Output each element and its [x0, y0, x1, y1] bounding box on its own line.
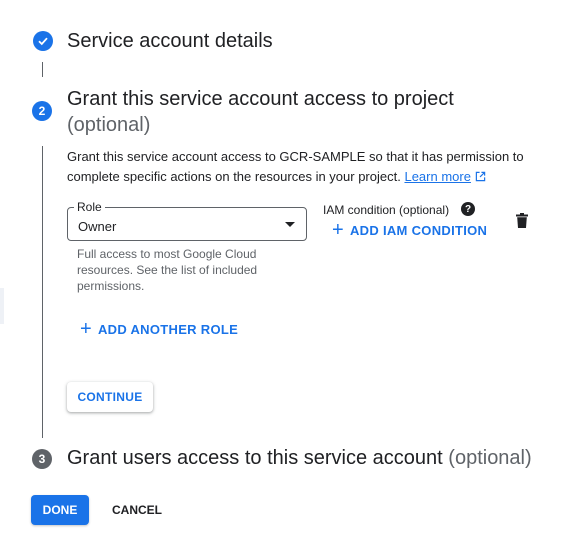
plus-icon: + — [80, 318, 92, 340]
step-1-check-icon — [33, 31, 53, 51]
role-value: Owner — [78, 219, 117, 234]
caret-down-icon — [285, 222, 295, 227]
add-another-role-label: ADD ANOTHER ROLE — [97, 322, 239, 337]
add-iam-condition-label: ADD IAM CONDITION — [349, 223, 488, 238]
done-button[interactable]: DONE — [31, 495, 89, 525]
learn-more-link[interactable]: Learn more — [404, 169, 470, 184]
trash-icon[interactable] — [516, 213, 528, 228]
cancel-button[interactable]: CANCEL — [104, 495, 170, 525]
help-icon[interactable]: ? — [461, 202, 475, 216]
step-3-optional: (optional) — [448, 447, 532, 469]
step-3-title[interactable]: Grant users access to this service accou… — [67, 447, 532, 470]
step-3-badge: 3 — [32, 449, 52, 469]
role-helper-text: Full access to most Google Cloud resourc… — [77, 247, 258, 293]
continue-button[interactable]: CONTINUE — [67, 382, 153, 412]
add-iam-condition-button[interactable]: + ADD IAM CONDITION — [332, 219, 488, 241]
role-label: Role — [74, 200, 105, 214]
step-1-title[interactable]: Service account details — [67, 30, 273, 53]
step-connector-1 — [42, 62, 43, 77]
step-3-title-text: Grant users access to this service accou… — [67, 447, 443, 469]
side-panel-edge — [0, 288, 4, 324]
iam-condition-label: IAM condition (optional) — [323, 203, 450, 217]
step-2-badge: 2 — [32, 101, 52, 121]
step-2-title: Grant this service account access to pro… — [67, 86, 454, 138]
open-in-new-icon — [475, 171, 485, 182]
step-2-optional: (optional) — [67, 114, 151, 136]
step-2-title-text: Grant this service account access to pro… — [67, 88, 454, 110]
learn-more-text: Learn more — [404, 169, 471, 184]
add-another-role-button[interactable]: + ADD ANOTHER ROLE — [80, 318, 239, 340]
step-2-description: Grant this service account access to GCR… — [67, 147, 537, 187]
plus-icon: + — [332, 219, 344, 241]
step-connector-2 — [42, 146, 43, 438]
